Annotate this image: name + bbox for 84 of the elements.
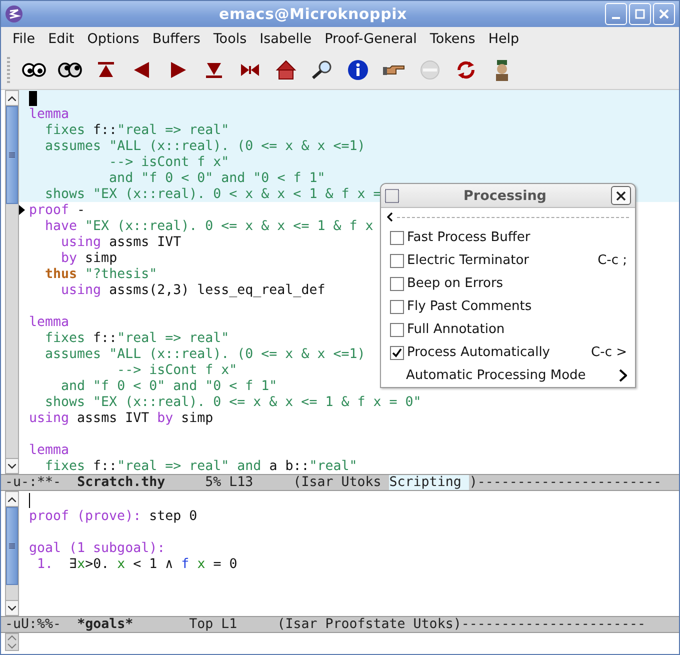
chevron-up-icon — [8, 96, 16, 100]
code-line: have "EX (x::real). 0 <= x & x <= 1 & f x — [44, 218, 374, 234]
code-line: lemma — [29, 442, 70, 458]
menu-item[interactable]: Fast Process Buffer — [381, 226, 635, 249]
menu-item[interactable]: Buffers — [146, 31, 207, 47]
menu-item[interactable]: Beep on Errors — [381, 272, 635, 295]
scroll-up-button[interactable] — [6, 492, 18, 507]
menu-item[interactable]: File — [6, 31, 42, 47]
window-title: emacs@Microknoppix — [218, 5, 408, 23]
chevron-right-icon — [619, 369, 627, 382]
house-icon — [274, 58, 298, 82]
menu-item[interactable]: Help — [482, 31, 526, 47]
menu-item[interactable]: Full Annotation — [381, 318, 635, 341]
text-cursor — [29, 90, 37, 106]
code-line: proof - — [29, 202, 86, 218]
close-icon — [659, 9, 669, 19]
code-line: and "f 0 < 0" and "0 < f 1" — [60, 378, 278, 394]
checkbox[interactable] — [390, 322, 404, 336]
code-line: fixes f::"real => real" — [44, 330, 230, 346]
code-line: goal (1 subgoal): — [29, 540, 166, 556]
maximize-button[interactable] — [629, 3, 651, 25]
checkbox[interactable] — [390, 300, 404, 314]
chevron-up-icon — [8, 496, 16, 502]
code-line: by simp — [60, 250, 118, 266]
menu-item[interactable]: Electric Terminator C-c ; — [381, 249, 635, 272]
menu-title: Processing — [462, 188, 548, 204]
checkmark-icon — [392, 348, 402, 358]
code-line: using assms IVT by simp — [29, 410, 214, 426]
tear-off-window-icon — [385, 188, 399, 202]
code-line: and "f 0 < 0" and "0 < f 1" — [108, 170, 326, 186]
shortcut-label: C-c > — [591, 345, 627, 360]
grip-lines-icon — [9, 152, 15, 158]
scroll-up-button[interactable] — [6, 91, 18, 106]
code-line: --> isCont f x" — [116, 362, 238, 378]
code-line: fixes f::"real => real" and a b::"real" — [44, 458, 358, 474]
submenu-item[interactable]: Automatic Processing Mode — [381, 364, 635, 387]
toolbar-grip[interactable] — [7, 57, 10, 83]
magnifier-icon — [310, 58, 334, 82]
info-icon — [346, 58, 370, 82]
stop-icon — [418, 58, 442, 82]
close-button[interactable] — [611, 186, 631, 205]
checkbox[interactable] — [390, 346, 404, 360]
code-line: shows "EX (x::real). 0 <= x & x <= 1 & f x = 0" — [44, 394, 422, 410]
checkbox[interactable] — [390, 230, 404, 244]
code-line: lemma — [29, 106, 70, 122]
checkbox[interactable] — [390, 276, 404, 290]
menu-item[interactable]: Proof-General — [318, 31, 424, 47]
up-down-chevrons-icon — [6, 634, 18, 650]
chevron-down-icon — [8, 464, 16, 468]
menu-item[interactable]: Tokens — [423, 31, 482, 47]
scroll-thumb[interactable] — [6, 106, 18, 204]
menu-item[interactable]: Options — [80, 31, 146, 47]
menu-item[interactable]: Fly Past Comments — [381, 295, 635, 318]
close-icon — [616, 190, 626, 200]
text-cursor — [29, 492, 30, 508]
checkbox[interactable] — [390, 254, 404, 268]
menu-item[interactable]: Isabelle — [253, 31, 318, 47]
code-line: assumes "ALL (x::real). (0 <= x & x <=1) — [44, 346, 366, 362]
scrollbar[interactable] — [5, 90, 19, 474]
code-line: 1. ∃x>0. x < 1 ∧ f x = 0 — [36, 556, 238, 572]
grip-lines-icon — [9, 543, 15, 549]
scrollbar[interactable] — [5, 633, 19, 651]
menu-item[interactable]: Edit — [42, 31, 81, 47]
code-line: using assms(2,3) less_eq_real_def — [60, 282, 326, 298]
scroll-down-button[interactable] — [6, 458, 18, 473]
menu-item[interactable]: Tools — [206, 31, 254, 47]
scroll-thumb[interactable] — [6, 507, 18, 585]
minimize-icon — [612, 16, 620, 18]
maximize-icon — [635, 9, 645, 19]
scrollbar[interactable] — [5, 491, 19, 616]
app-logo-icon — [5, 5, 23, 23]
minimize-button[interactable] — [605, 3, 627, 25]
code-line: --> isCont f x" — [108, 154, 230, 170]
code-line: using assms IVT — [60, 234, 182, 250]
chevron-down-icon — [8, 606, 16, 610]
code-line: thus "?thesis" — [44, 266, 158, 282]
code-line: lemma — [29, 314, 70, 330]
shortcut-label: C-c ; — [598, 253, 627, 268]
scroll-down-button[interactable] — [6, 600, 18, 615]
menu-item[interactable]: Process Automatically C-c > — [381, 341, 635, 364]
code-line: assumes "ALL (x::real). (0 <= x & x <=1) — [44, 138, 366, 154]
code-line: fixes f::"real => real" — [44, 122, 230, 138]
chevron-left-icon[interactable] — [387, 212, 393, 222]
code-line: proof (prove): step 0 — [29, 508, 198, 524]
